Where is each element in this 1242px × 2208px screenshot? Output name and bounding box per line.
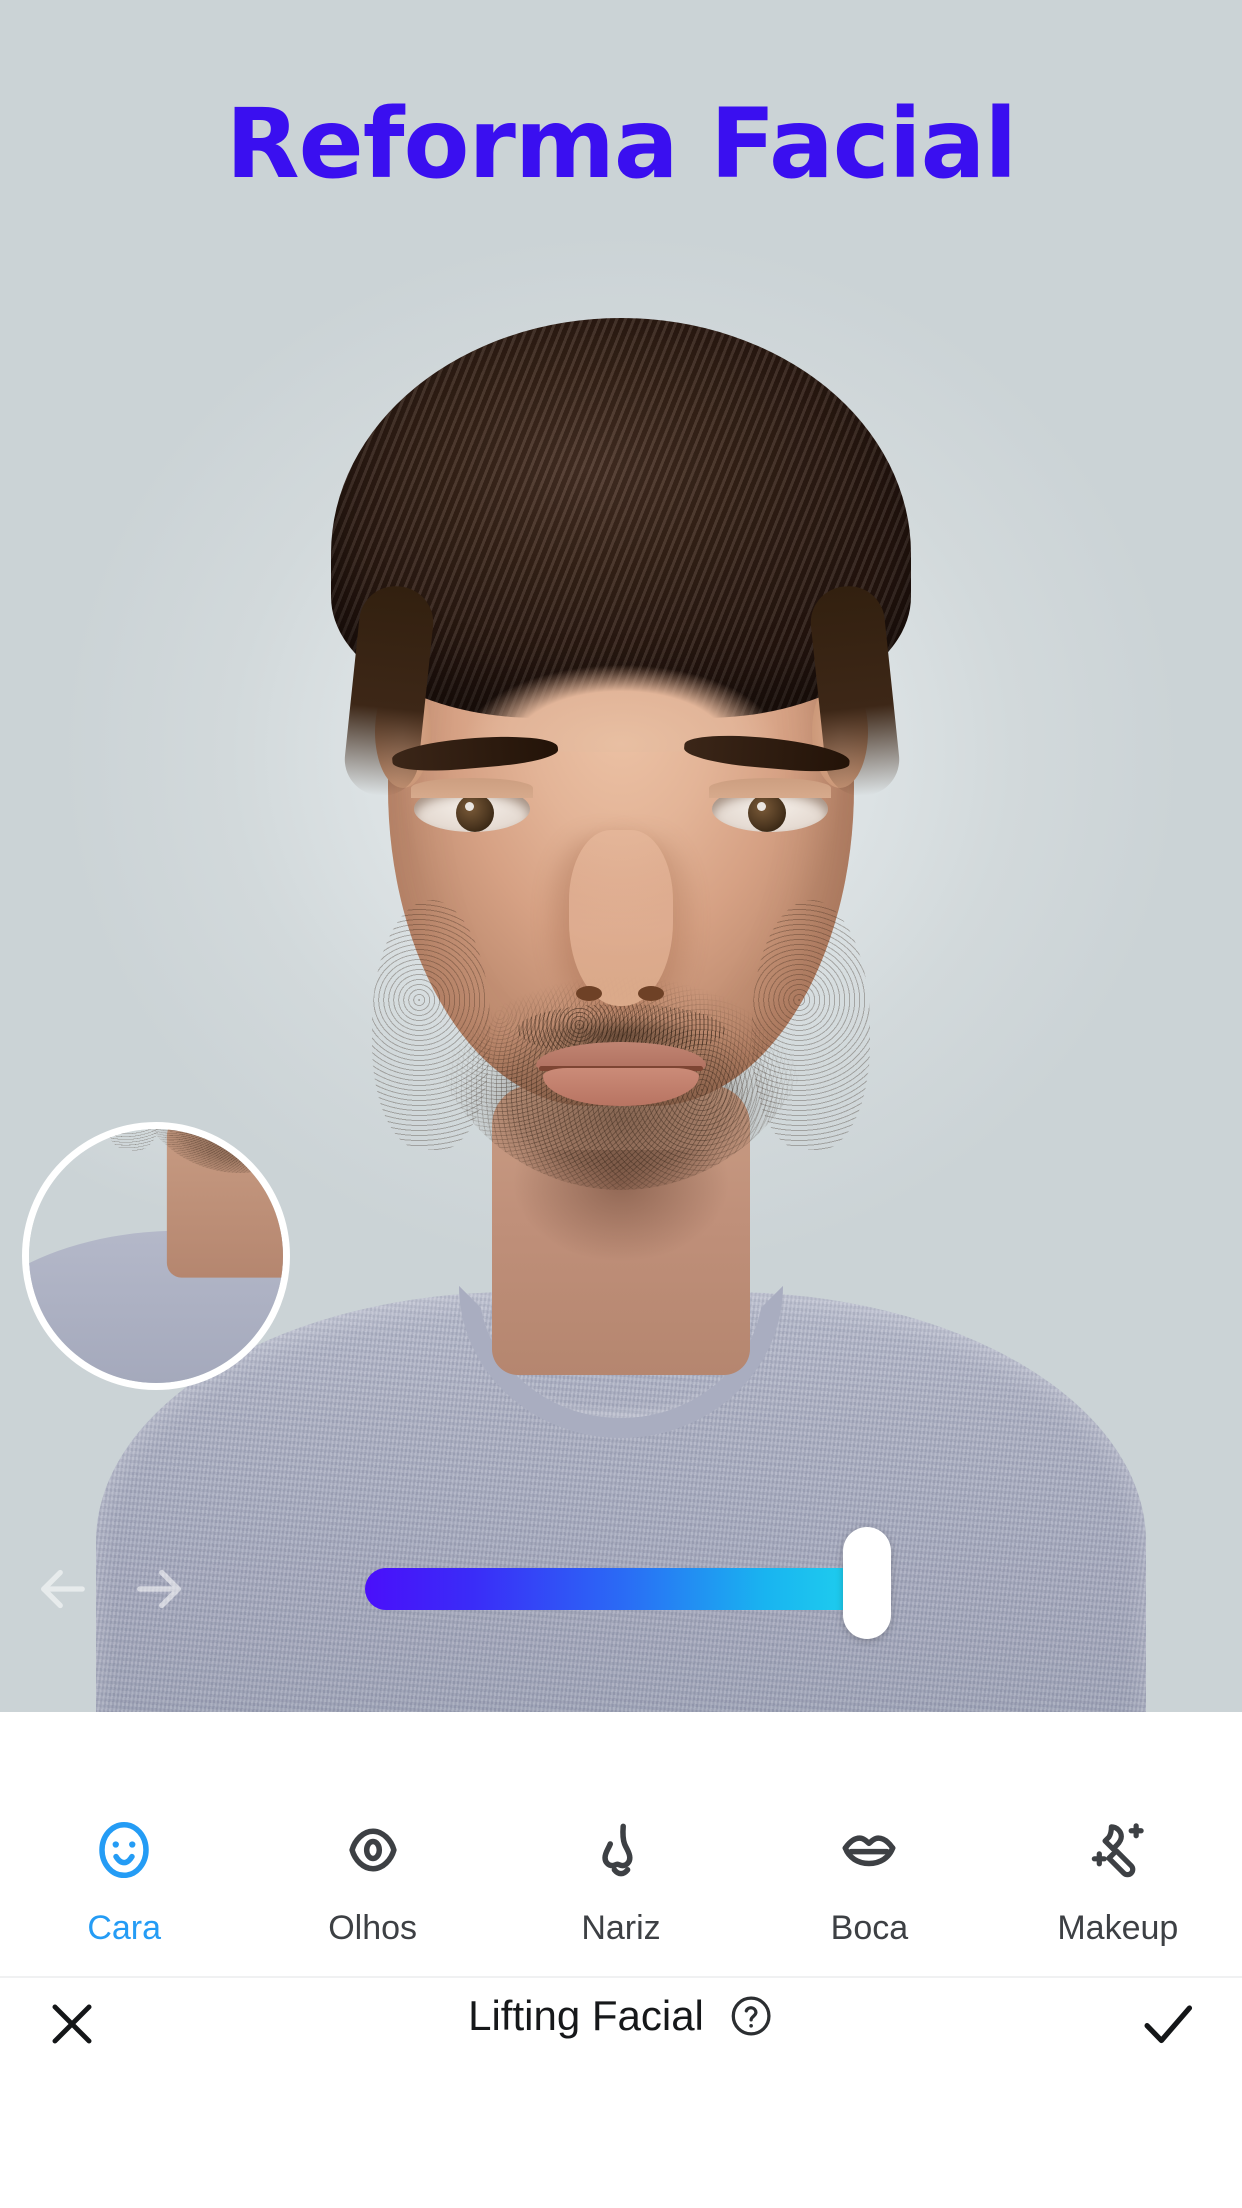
lips-icon	[843, 1834, 896, 1866]
intensity-slider-track[interactable]	[365, 1568, 865, 1610]
tab-boca-label: Boca	[830, 1908, 909, 1947]
intensity-slider-thumb[interactable]	[843, 1527, 891, 1639]
eye-icon	[348, 1828, 397, 1871]
bottom-panel: Cara Olhos Nariz Boca Makeup Lifting Fac…	[0, 1712, 1242, 2208]
tab-nariz[interactable]: Nariz	[497, 1712, 745, 1976]
iris-right	[748, 794, 786, 832]
action-bar: Lifting Facial	[0, 1978, 1242, 2208]
original-preview-thumbnail[interactable]	[22, 1122, 290, 1390]
makeup-brush-icon	[1091, 1822, 1144, 1877]
arrow-right-icon[interactable]	[126, 1556, 192, 1622]
thumbnail-image	[29, 1129, 283, 1383]
tab-olhos-label: Olhos	[328, 1908, 418, 1947]
arrow-left-icon[interactable]	[30, 1556, 96, 1622]
tab-cara-label: Cara	[87, 1908, 162, 1947]
editor-controls-row	[0, 1528, 1242, 1648]
tab-makeup[interactable]: Makeup	[994, 1712, 1242, 1976]
close-button[interactable]	[20, 1972, 124, 2076]
nostril-right	[638, 986, 664, 1001]
help-question-icon[interactable]	[728, 1993, 774, 2039]
page-title: Reforma Facial	[225, 88, 1018, 200]
tab-nariz-label: Nariz	[581, 1908, 661, 1947]
eyelid-right	[709, 778, 831, 798]
iris-left	[456, 794, 494, 832]
face-smiley-icon	[99, 1821, 149, 1878]
tab-makeup-label: Makeup	[1057, 1908, 1179, 1947]
nose-icon	[602, 1823, 633, 1876]
tab-boca[interactable]: Boca	[745, 1712, 993, 1976]
close-x-icon	[52, 2004, 92, 2044]
confirm-button[interactable]	[1116, 1972, 1220, 2076]
feature-tab-bar: Cara Olhos Nariz Boca Makeup	[0, 1712, 1242, 1976]
action-title: Lifting Facial	[468, 1992, 704, 2039]
nostril-left	[576, 986, 602, 1001]
checkmark-icon	[1144, 2005, 1193, 2044]
action-title-group: Lifting Facial	[468, 1992, 774, 2040]
photo-canvas[interactable]: Reforma Facial	[0, 0, 1242, 1712]
nose	[569, 830, 673, 1006]
tab-olhos[interactable]: Olhos	[248, 1712, 496, 1976]
eyelid-left	[411, 778, 533, 798]
tab-cara[interactable]: Cara	[0, 1712, 248, 1976]
